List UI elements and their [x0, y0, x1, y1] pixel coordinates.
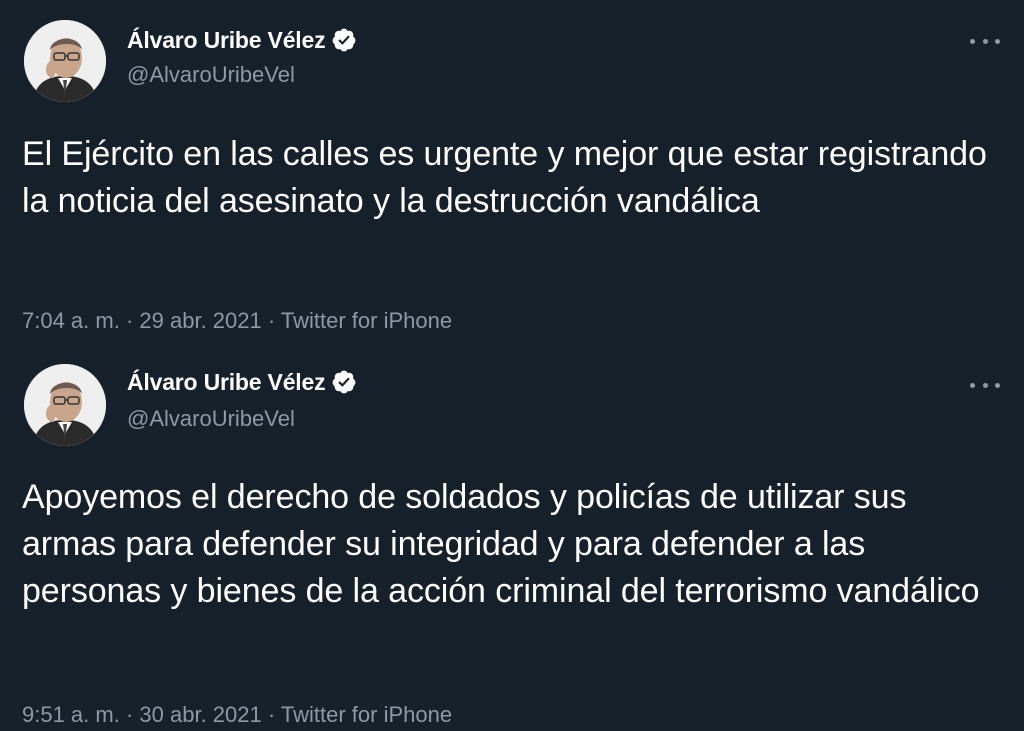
more-options-icon — [995, 382, 1000, 388]
tweet-date[interactable]: 29 abr. 2021 — [139, 308, 261, 333]
tweet-text: El Ejército en las calles es urgente y m… — [22, 135, 987, 220]
avatar-photo — [24, 20, 106, 102]
author-handle[interactable]: @AlvaroUribeVel — [127, 406, 295, 432]
tweet-source[interactable]: Twitter for iPhone — [281, 702, 452, 727]
meta-separator: · — [261, 702, 281, 727]
tweet-source[interactable]: Twitter for iPhone — [281, 308, 452, 333]
more-options-icon — [982, 382, 988, 388]
display-name[interactable]: Álvaro Uribe Vélez — [127, 368, 326, 396]
author-name-row[interactable]: Álvaro Uribe Vélez — [127, 368, 357, 396]
more-options-button[interactable] — [970, 31, 1000, 51]
avatar[interactable] — [24, 20, 106, 102]
verified-badge-icon — [331, 27, 357, 53]
meta-separator: · — [119, 702, 140, 727]
tweet[interactable]: Álvaro Uribe Vélez @AlvaroUribeVel Apoye… — [0, 352, 1024, 731]
meta-separator: · — [261, 308, 281, 333]
more-options-button[interactable] — [970, 375, 1000, 395]
tweet-metadata: 7:04 a. m. · 29 abr. 2021 · Twitter for … — [22, 308, 452, 334]
more-options-icon — [995, 38, 1000, 44]
more-options-icon — [970, 38, 975, 44]
more-options-icon — [970, 382, 975, 388]
author-handle[interactable]: @AlvaroUribeVel — [127, 62, 295, 88]
avatar[interactable] — [24, 364, 106, 446]
tweet-time[interactable]: 7:04 a. m. — [22, 308, 120, 333]
author-name-row[interactable]: Álvaro Uribe Vélez — [127, 26, 357, 54]
tweet-metadata: 9:51 a. m. · 30 abr. 2021 · Twitter for … — [22, 702, 452, 728]
more-options-icon — [982, 38, 988, 44]
display-name[interactable]: Álvaro Uribe Vélez — [127, 26, 326, 54]
tweet-date[interactable]: 30 abr. 2021 — [139, 702, 261, 727]
tweet-time[interactable]: 9:51 a. m. — [22, 702, 120, 727]
tweet[interactable]: Álvaro Uribe Vélez @AlvaroUribeVel El Ej… — [0, 0, 1024, 352]
meta-separator: · — [119, 308, 140, 333]
verified-badge-icon — [331, 369, 357, 395]
avatar-photo — [24, 364, 106, 446]
tweet-text: Apoyemos el derecho de soldados y policí… — [22, 478, 980, 610]
